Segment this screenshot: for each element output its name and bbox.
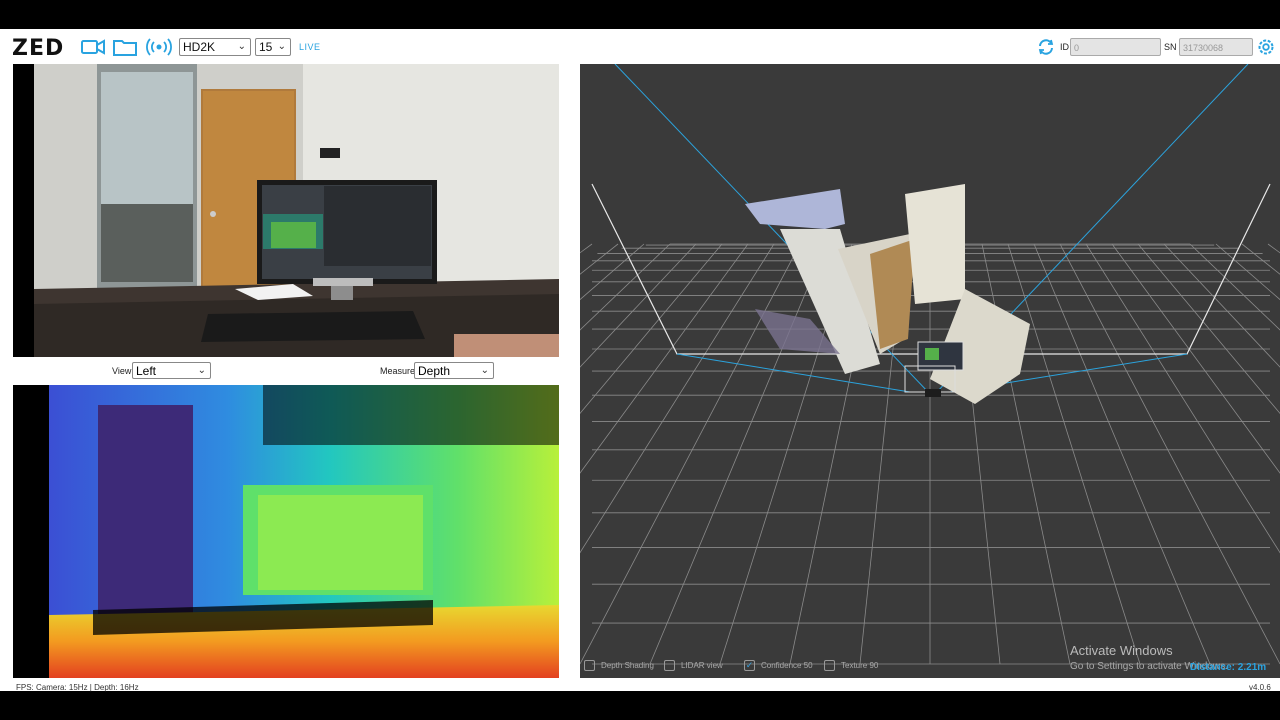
resolution-select[interactable]: HD2K ⌄ xyxy=(179,38,251,56)
refresh-icon[interactable] xyxy=(1035,37,1057,57)
chevron-down-icon: ⌄ xyxy=(197,365,206,376)
camera-image xyxy=(13,64,559,357)
option-confidence[interactable]: ✓ Confidence 50 xyxy=(744,660,813,671)
option-label: LIDAR view xyxy=(681,661,723,670)
checkbox-icon[interactable] xyxy=(664,660,675,671)
fps-status: FPS: Camera: 15Hz | Depth: 16Hz xyxy=(16,683,139,692)
live-indicator: LIVE xyxy=(299,42,321,52)
id-field[interactable]: 0 xyxy=(1070,38,1161,56)
view-select-value: Left xyxy=(136,364,157,378)
option-texture[interactable]: Texture 90 xyxy=(824,660,878,671)
view-select[interactable]: Left ⌄ xyxy=(132,362,211,379)
id-label: ID xyxy=(1060,42,1069,52)
folder-icon[interactable] xyxy=(112,37,138,57)
left-panel-controls: View Left ⌄ Measure Depth ⌄ xyxy=(13,357,579,385)
fps-value: 15 xyxy=(259,40,273,54)
option-label: Texture 90 xyxy=(841,661,879,670)
option-lidar-view[interactable]: LIDAR view xyxy=(664,660,723,671)
version-label: v4.0.6 xyxy=(1249,683,1271,692)
video-camera-icon[interactable] xyxy=(80,37,106,57)
gear-icon[interactable] xyxy=(1254,37,1278,57)
point-cloud-viewer[interactable]: Depth Shading LIDAR view ✓ Confidence 50… xyxy=(580,64,1280,678)
fps-select[interactable]: 15 ⌄ xyxy=(255,38,291,56)
chevron-down-icon: ⌄ xyxy=(237,41,246,52)
view-label: View xyxy=(112,366,132,376)
point-cloud-canvas[interactable] xyxy=(580,64,1280,678)
chevron-down-icon: ⌄ xyxy=(277,41,286,52)
chevron-down-icon: ⌄ xyxy=(480,365,489,376)
sn-label: SN xyxy=(1164,42,1177,52)
measure-label: Measure xyxy=(380,366,416,376)
checkbox-icon[interactable] xyxy=(584,660,595,671)
stream-icon[interactable] xyxy=(146,37,172,57)
left-camera-view xyxy=(13,64,559,357)
depth-map-view xyxy=(13,385,559,678)
checkbox-icon[interactable] xyxy=(824,660,835,671)
option-depth-shading[interactable]: Depth Shading xyxy=(584,660,654,671)
resolution-value: HD2K xyxy=(183,40,216,54)
measure-select[interactable]: Depth ⌄ xyxy=(414,362,494,379)
toolbar: ZED HD2K ⌄ 15 ⌄ LIVE ID 0 SN 31730068 xyxy=(0,29,1280,63)
sn-field[interactable]: 31730068 xyxy=(1179,38,1253,56)
zed-app: ZED HD2K ⌄ 15 ⌄ LIVE ID 0 SN 31730068 Vi… xyxy=(0,29,1280,692)
zed-logo: ZED xyxy=(12,36,65,61)
option-label: Confidence 50 xyxy=(761,661,813,670)
checkbox-checked-icon[interactable]: ✓ xyxy=(744,660,755,671)
measure-select-value: Depth xyxy=(418,364,451,378)
depth-image xyxy=(13,385,559,678)
activate-windows-title: Activate Windows xyxy=(1070,643,1173,658)
distance-readout: Distance: 2.21m xyxy=(1190,662,1267,673)
option-label: Depth Shading xyxy=(601,661,654,670)
